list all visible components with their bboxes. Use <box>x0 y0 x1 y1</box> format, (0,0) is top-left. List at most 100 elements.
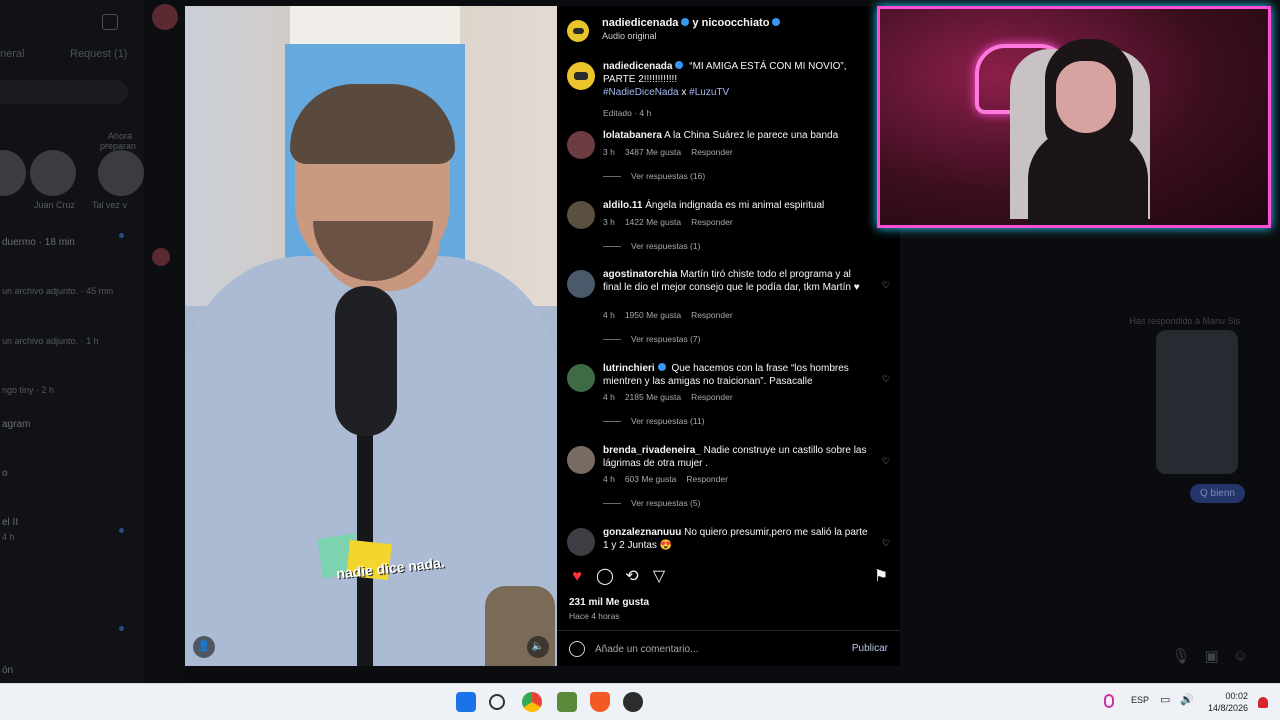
like-comment-icon[interactable]: ♡ <box>882 281 890 290</box>
notes-row: Ahora preparan Juan Cruz Tal vez v <box>0 128 145 218</box>
notification-bell-icon[interactable] <box>1258 697 1268 708</box>
note-text: preparan <box>100 141 137 151</box>
unread-dot <box>119 626 124 631</box>
story-name: Juan Cruz <box>34 200 76 210</box>
reply-button[interactable]: Responder <box>686 474 728 484</box>
emoji-icon[interactable] <box>569 641 585 657</box>
story-avatar[interactable] <box>0 150 26 196</box>
avatar[interactable] <box>567 131 595 159</box>
microphone <box>335 286 397 436</box>
shared-reel-thumbnail[interactable] <box>1156 330 1238 474</box>
verified-icon <box>657 363 666 372</box>
thread-preview[interactable]: duermo · 18 min <box>2 237 75 248</box>
tab-general[interactable]: neral <box>0 48 24 60</box>
avatar[interactable] <box>567 201 595 229</box>
avatar[interactable] <box>567 364 595 392</box>
obs-icon[interactable] <box>623 692 643 712</box>
heart-icon[interactable]: ♥ <box>568 568 586 586</box>
thread-preview[interactable]: ón <box>2 665 13 676</box>
reply-button[interactable]: Responder <box>691 217 733 227</box>
microphone-icon[interactable] <box>1104 694 1114 708</box>
reply-button[interactable]: Responder <box>691 310 733 320</box>
thread-preview[interactable]: o <box>2 468 8 479</box>
avatar[interactable] <box>152 248 170 266</box>
like-comment-icon[interactable]: ♡ <box>882 457 890 466</box>
share-icon[interactable]: ▽ <box>650 568 668 586</box>
avatar[interactable] <box>567 446 595 474</box>
mic-icon[interactable]: 🎙 <box>1171 647 1190 665</box>
comment-likes[interactable]: 3487 Me gusta <box>625 147 681 157</box>
avatar[interactable] <box>567 270 595 298</box>
view-replies-button[interactable]: Ver respuestas (5) <box>603 498 700 508</box>
minecraft-icon[interactable] <box>557 692 577 712</box>
view-replies-button[interactable]: Ver respuestas (11) <box>603 416 705 426</box>
view-replies-button[interactable]: Ver respuestas (7) <box>603 334 700 344</box>
bookmark-icon[interactable]: ⚑ <box>872 568 890 586</box>
reply-button[interactable]: Responder <box>691 147 733 157</box>
verified-icon <box>675 61 684 70</box>
thread-preview[interactable]: el II <box>2 517 18 528</box>
message-icons: 🎙 ▣ ☺ <box>1171 647 1248 665</box>
reel-video[interactable]: nadie dice nada. 👤 🔈 <box>185 6 557 666</box>
dm-rail <box>145 0 185 683</box>
language-indicator[interactable]: ESP <box>1131 695 1149 705</box>
compose-icon[interactable] <box>102 14 118 30</box>
thread-preview[interactable]: ngo tiny · 2 h <box>2 385 54 395</box>
comment-input[interactable] <box>595 641 835 657</box>
author-avatar[interactable] <box>567 20 589 42</box>
dm-search[interactable] <box>0 80 128 104</box>
volume-icon[interactable]: 🔈 <box>527 636 549 658</box>
note-text: Ahora <box>108 131 133 141</box>
comment-icon[interactable]: ◯ <box>596 568 614 586</box>
brave-icon[interactable] <box>590 692 610 712</box>
thread-preview[interactable]: un archivo adjunto. · 45 min <box>2 286 113 296</box>
comment-likes[interactable]: 1422 Me gusta <box>625 217 681 227</box>
audio-label[interactable]: Audio original <box>602 31 657 41</box>
avatar[interactable] <box>152 4 178 30</box>
chrome-icon[interactable] <box>522 692 542 712</box>
dm-sidebar: neral Request (1) Ahora preparan Juan Cr… <box>0 0 145 683</box>
publish-button[interactable]: Publicar <box>852 643 888 654</box>
message-bubble: Q bienn <box>1189 484 1245 503</box>
replied-label: Has respondido a Manu Sis <box>1129 316 1240 326</box>
thread-preview[interactable]: agram <box>2 419 30 430</box>
tagged-users-icon[interactable]: 👤 <box>193 636 215 658</box>
view-replies-button[interactable]: Ver respuestas (16) <box>603 171 705 181</box>
display-icon[interactable]: ▭ <box>1160 693 1170 706</box>
author-avatar[interactable] <box>567 62 595 90</box>
comment-likes[interactable]: 603 Me gusta <box>625 474 677 484</box>
windows-taskbar: ESP ▭ 🔊 00:02 14/8/2026 <box>0 683 1280 720</box>
search-icon[interactable] <box>489 694 505 710</box>
verified-icon <box>772 18 781 27</box>
sticker-icon[interactable]: ☺ <box>1233 647 1248 665</box>
windows-start-icon[interactable] <box>456 692 476 712</box>
comment-likes[interactable]: 2185 Me gusta <box>625 392 681 402</box>
tab-requests[interactable]: Request (1) <box>70 48 127 60</box>
story-avatar[interactable] <box>98 150 144 196</box>
avatar[interactable] <box>567 528 595 556</box>
like-count[interactable]: 231 mil Me gusta <box>569 597 649 608</box>
hashtag-link[interactable]: #NadieDiceNada <box>603 87 679 98</box>
author-names[interactable]: nadiedicenada y nicoocchiato <box>602 17 783 29</box>
reply-button[interactable]: Responder <box>691 392 733 402</box>
image-icon[interactable]: ▣ <box>1204 647 1218 665</box>
post-time: Hace 4 horas <box>569 611 620 621</box>
view-replies-button[interactable]: Ver respuestas (1) <box>603 241 700 251</box>
comments-list[interactable]: nadiedicenada “MI AMIGA ESTÁ CON MI NOVI… <box>557 48 900 558</box>
comment-likes[interactable]: 1950 Me gusta <box>625 310 681 320</box>
repost-icon[interactable]: ⟲ <box>623 568 641 586</box>
like-comment-icon[interactable]: ♡ <box>882 375 890 384</box>
hashtag-link[interactable]: #LuzuTV <box>689 87 729 98</box>
thread-preview[interactable]: un archivo adjunto. · 1 h <box>2 336 99 346</box>
streamer-face <box>1056 61 1116 133</box>
add-comment-bar: Publicar <box>557 636 900 662</box>
unread-dot <box>119 233 124 238</box>
thread-time: 4 h <box>2 532 15 542</box>
like-comment-icon[interactable]: ♡ <box>882 539 890 548</box>
story-name: Tal vez v <box>92 200 128 210</box>
story-avatar[interactable] <box>30 150 76 196</box>
verified-icon <box>681 18 690 27</box>
volume-icon[interactable]: 🔊 <box>1180 693 1194 706</box>
taskbar-clock[interactable]: 00:02 14/8/2026 <box>1208 690 1248 714</box>
webcam-overlay <box>877 6 1271 228</box>
